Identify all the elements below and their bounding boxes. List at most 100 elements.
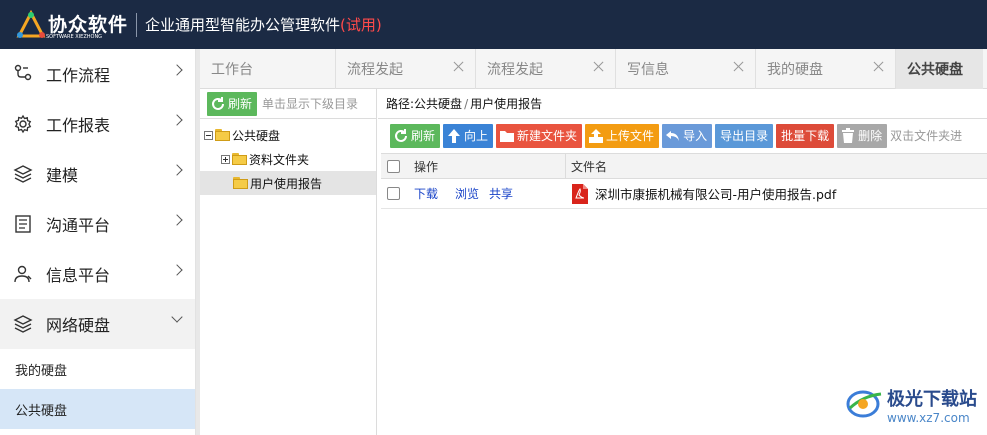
up-label: 向上: [464, 129, 489, 143]
tree-node-user-report[interactable]: 用户使用报告: [200, 171, 376, 195]
sidebar-subitem-public-disk[interactable]: 公共硬盘: [0, 389, 195, 429]
collapse-icon[interactable]: [204, 130, 213, 140]
tab-bar: 工作台 流程发起 流程发起 写信息 我的硬盘 公共硬盘: [200, 49, 987, 89]
refresh-label: 刷新: [411, 129, 436, 143]
tab-label: 公共硬盘: [907, 62, 963, 78]
layers-icon: [12, 313, 34, 335]
close-icon[interactable]: [733, 61, 745, 73]
folder-icon: [215, 129, 230, 141]
breadcrumb-root[interactable]: 公共硬盘: [414, 95, 462, 112]
delete-label: 删除: [858, 129, 883, 143]
browse-link[interactable]: 浏览: [455, 185, 479, 202]
document-icon: [12, 213, 34, 235]
select-all-checkbox[interactable]: [387, 159, 400, 173]
batch-download-button[interactable]: 批量下载: [776, 123, 835, 148]
watermark-title: 极光下载站: [887, 389, 977, 410]
row-filename-cell[interactable]: 深圳市康振机械有限公司-用户使用报告.pdf: [566, 179, 836, 208]
tree-node-public-disk[interactable]: 公共硬盘: [200, 123, 376, 147]
top-header: 协众软件 SOFTWARE XIEZHONG 企业通用型智能办公管理软件 (试用…: [0, 0, 987, 49]
breadcrumb: 路径: 公共硬盘 / 用户使用报告: [378, 89, 987, 119]
user-icon: [12, 263, 34, 285]
tree-node-label: 资料文件夹: [249, 152, 310, 167]
export-dir-label: 导出目录: [720, 129, 769, 143]
chevron-right-icon: [171, 114, 183, 126]
tab-public-disk[interactable]: 公共硬盘: [896, 49, 983, 89]
tab-workbench[interactable]: 工作台: [200, 49, 336, 89]
sidebar-item-label: 工作流程: [46, 66, 111, 85]
refresh-icon: [210, 96, 226, 112]
tab-label: 写信息: [627, 62, 669, 78]
sidebar-item-modeling[interactable]: 建模: [0, 149, 195, 199]
watermark: 极光下载站 www.xz7.com: [845, 385, 977, 425]
folder-icon: [232, 153, 247, 165]
new-folder-button[interactable]: 新建文件夹: [496, 123, 583, 148]
tab-label: 流程发起: [347, 62, 403, 78]
tree-refresh-button[interactable]: 刷新: [207, 91, 258, 116]
close-icon[interactable]: [873, 61, 885, 73]
tree-toolbar: 刷新 单击显示下级目录: [200, 89, 376, 119]
export-dir-button[interactable]: 导出目录: [715, 123, 774, 148]
trial-badge: (试用): [340, 16, 382, 34]
sidebar: 工作流程 工作报表 建模 沟通平台 信息平台 网络硬盘 我的硬盘 公共硬盘: [0, 49, 196, 435]
tab-write-message[interactable]: 写信息: [616, 49, 756, 89]
tab-label: 工作台: [211, 62, 253, 78]
layers-icon: [12, 163, 34, 185]
import-label: 导入: [683, 129, 708, 143]
watermark-logo-icon: [845, 388, 885, 423]
tree-node-label: 用户使用报告: [250, 176, 323, 191]
chevron-down-icon: [171, 311, 183, 323]
breadcrumb-separator: /: [464, 96, 469, 111]
chevron-right-icon: [171, 164, 183, 176]
chevron-right-icon: [171, 64, 183, 76]
up-button[interactable]: 向上: [443, 123, 494, 148]
sidebar-item-netdisk[interactable]: 网络硬盘: [0, 299, 195, 349]
refresh-button[interactable]: 刷新: [390, 123, 441, 148]
chevron-right-icon: [171, 264, 183, 276]
sidebar-item-workflow[interactable]: 工作流程: [0, 49, 195, 99]
delete-button[interactable]: 删除: [837, 123, 888, 148]
tab-my-disk[interactable]: 我的硬盘: [756, 49, 896, 89]
sidebar-item-communication[interactable]: 沟通平台: [0, 199, 195, 249]
expand-icon[interactable]: [221, 154, 230, 164]
file-table-header: 操作 文件名: [381, 153, 987, 179]
file-toolbar: 刷新 向上 新建文件夹 上传文件 导入 导出目录 批量下载 删除 双击文件夹进: [378, 119, 987, 149]
download-link[interactable]: 下载: [414, 185, 438, 202]
sidebar-subitem-my-disk[interactable]: 我的硬盘: [0, 349, 195, 389]
trash-icon: [840, 127, 856, 144]
gear-icon: [12, 113, 34, 135]
row-checkbox[interactable]: [387, 187, 400, 200]
column-header-op: 操作: [406, 154, 566, 178]
sidebar-item-info[interactable]: 信息平台: [0, 249, 195, 299]
close-icon[interactable]: [593, 61, 605, 73]
tree-node-materials[interactable]: 资料文件夹: [200, 147, 376, 171]
folder-tree-pane: 刷新 单击显示下级目录 公共硬盘 资料文件夹 用户使用报告: [200, 89, 377, 435]
column-header-filename[interactable]: 文件名: [566, 154, 607, 178]
close-icon[interactable]: [453, 61, 465, 73]
sidebar-item-label: 网络硬盘: [46, 316, 111, 335]
logo-icon: [16, 9, 46, 40]
filename[interactable]: 深圳市康振机械有限公司-用户使用报告.pdf: [595, 184, 836, 203]
path-label: 路径:: [386, 97, 415, 111]
share-link[interactable]: 共享: [489, 185, 513, 202]
folder-icon: [499, 128, 515, 144]
folder-icon: [233, 177, 248, 189]
app-title: 企业通用型智能办公管理软件: [145, 16, 341, 34]
watermark-url: www.xz7.com: [887, 411, 970, 425]
logo-subtext: SOFTWARE XIEZHONG: [46, 33, 103, 40]
arrow-up-icon: [446, 128, 462, 144]
tab-start-process-1[interactable]: 流程发起: [336, 49, 476, 89]
tab-label: 我的硬盘: [767, 62, 823, 78]
chevron-right-icon: [171, 214, 183, 226]
table-row[interactable]: 下载 浏览 共享 深圳市康振机械有限公司-用户使用报告.pdf: [381, 179, 987, 209]
upload-button[interactable]: 上传文件: [585, 123, 660, 148]
sidebar-item-label: 建模: [46, 166, 79, 185]
tab-label: 流程发起: [487, 62, 543, 78]
tree-node-label: 公共硬盘: [232, 128, 281, 143]
tree-hint: 单击显示下级目录: [262, 97, 359, 111]
sidebar-item-reports[interactable]: 工作报表: [0, 99, 195, 149]
tab-start-process-2[interactable]: 流程发起: [476, 49, 616, 89]
batch-download-label: 批量下载: [781, 129, 830, 143]
import-button[interactable]: 导入: [662, 123, 713, 148]
breadcrumb-current: 用户使用报告: [470, 97, 543, 111]
action-hint: 双击文件夹进: [890, 129, 963, 143]
